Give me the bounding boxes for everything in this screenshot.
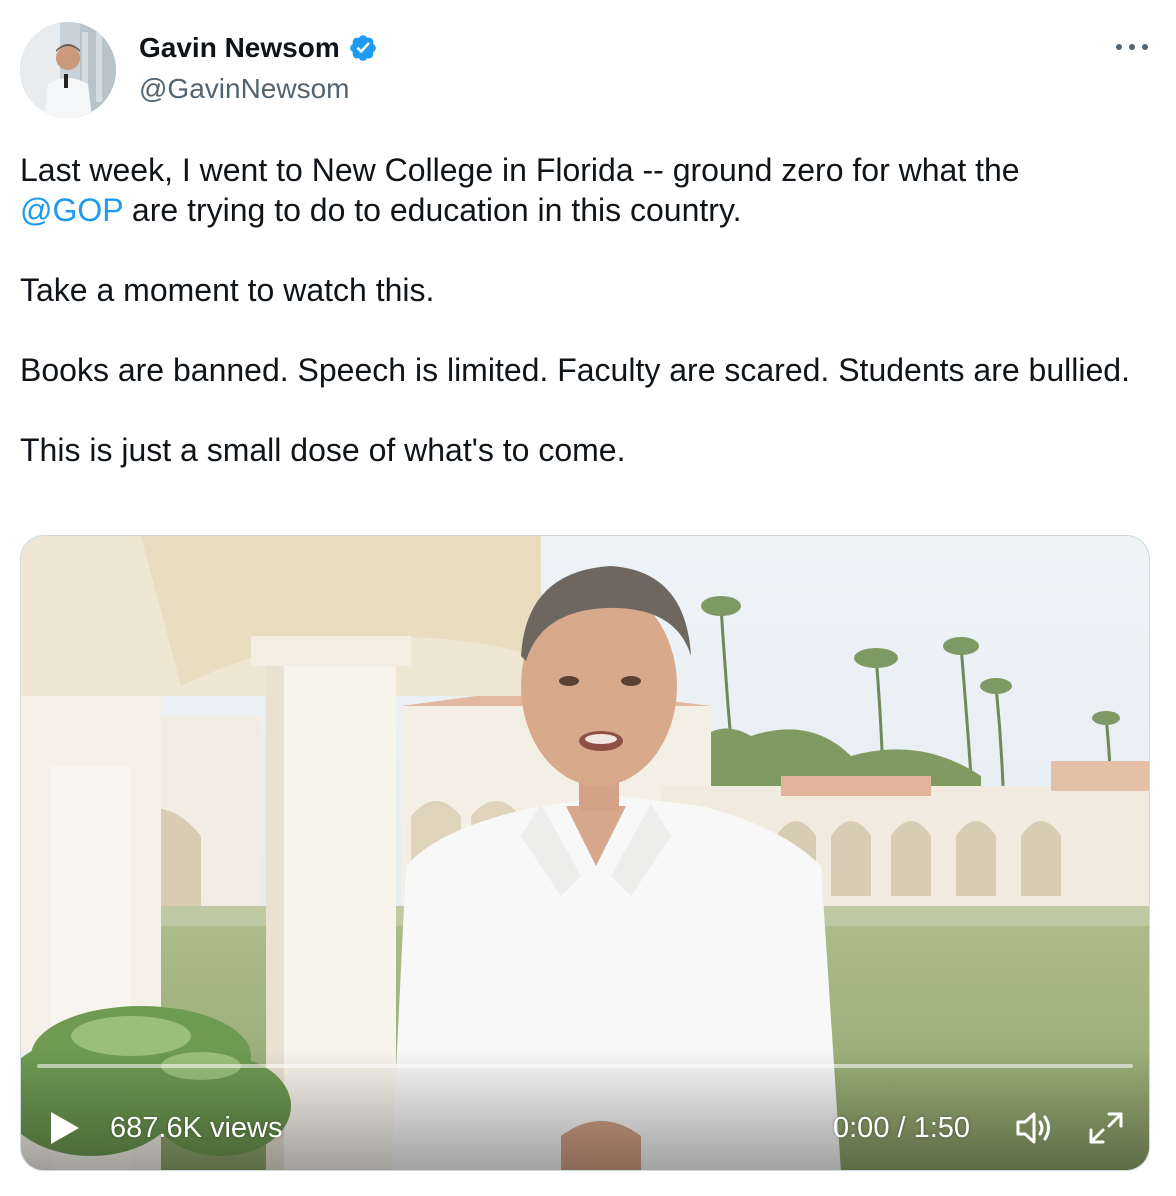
play-button[interactable]: [47, 1108, 83, 1148]
video-timestamp: 0:00 / 1:50: [833, 1112, 971, 1144]
fullscreen-icon: [1089, 1112, 1123, 1144]
verified-badge-icon: [349, 35, 376, 61]
tweet-text-segment: are trying to do to education in this co…: [123, 192, 742, 228]
fullscreen-button[interactable]: [1085, 1108, 1127, 1148]
video-view-count: 687.6K views: [110, 1112, 283, 1144]
tweet-paragraph-3: Books are banned. Speech is limited. Fac…: [20, 352, 1130, 388]
tweet-paragraph-1: Last week, I went to New College in Flor…: [20, 150, 1140, 230]
more-options-icon: [1116, 44, 1148, 50]
video-progress-bar[interactable]: [37, 1064, 1133, 1068]
play-icon: [51, 1112, 79, 1144]
mention-link[interactable]: @GOP: [20, 192, 123, 228]
tweet-paragraph-2: Take a moment to watch this.: [20, 272, 435, 308]
video-player[interactable]: 687.6K views 0:00 / 1:50: [20, 535, 1150, 1171]
tweet-card: Gavin Newsom @GavinNewsom Last week, I w…: [0, 0, 1176, 1196]
author-display-name[interactable]: Gavin Newsom: [139, 30, 340, 66]
tweet-text-segment: Last week, I went to New College in Flor…: [20, 152, 1020, 188]
volume-icon: [1016, 1112, 1050, 1144]
author-handle[interactable]: @GavinNewsom: [139, 71, 349, 107]
more-options-button[interactable]: [1112, 32, 1152, 62]
avatar[interactable]: [20, 22, 116, 118]
author-name[interactable]: Gavin Newsom: [139, 30, 378, 66]
tweet-paragraph-4: This is just a small dose of what's to c…: [20, 432, 626, 468]
volume-button[interactable]: [1014, 1108, 1056, 1148]
tweet-text: Last week, I went to New College in Flor…: [20, 150, 1140, 470]
avatar-image: [20, 22, 116, 118]
